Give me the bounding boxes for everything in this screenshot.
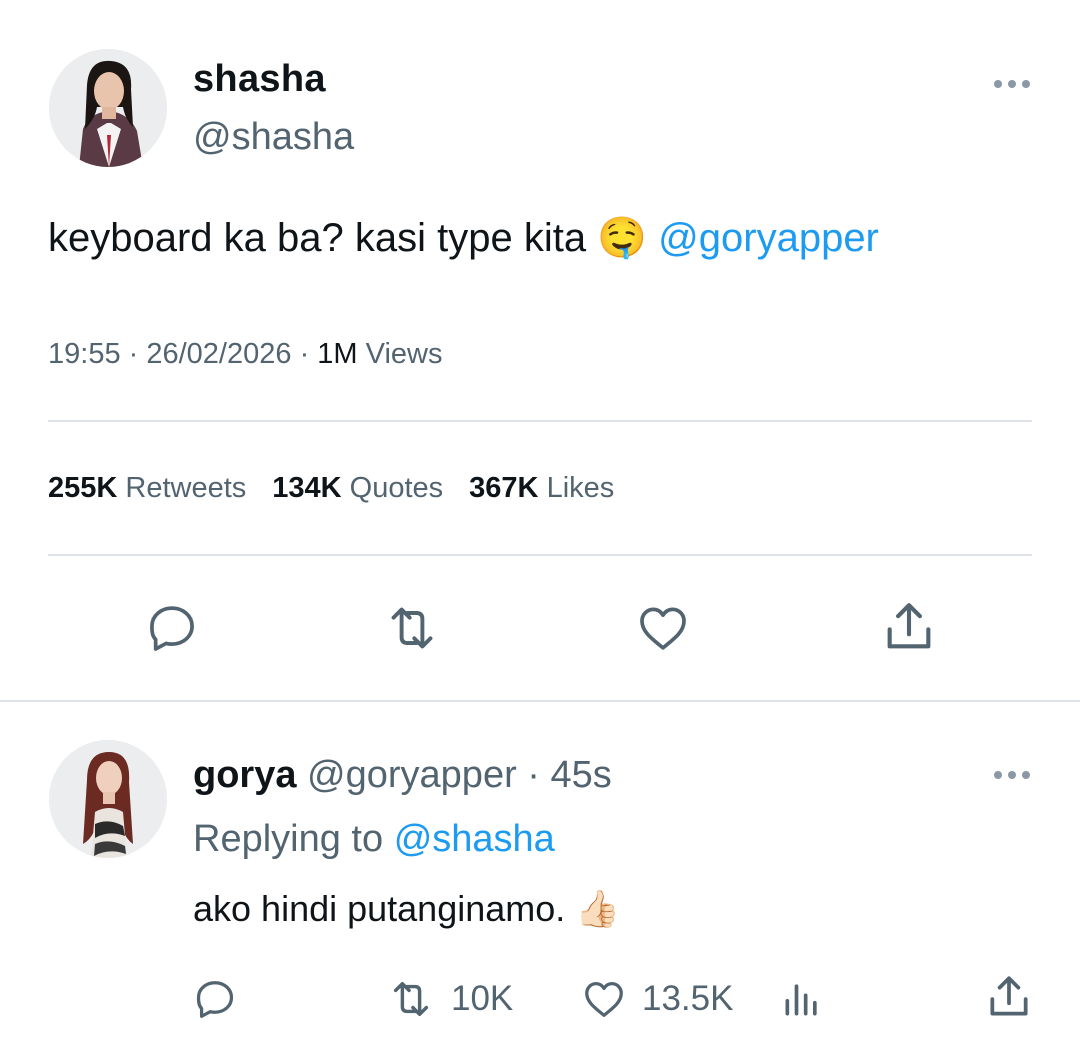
likes-stat[interactable]: 367K Likes [469, 472, 614, 505]
replying-to-mention[interactable]: @shasha [394, 818, 555, 860]
quotes-count: 134K [272, 472, 342, 504]
reply-likes-count: 13.5K [642, 979, 734, 1018]
engagement-stats: 255K Retweets 134K Quotes 367K Likes [48, 472, 614, 505]
avatar[interactable] [49, 49, 167, 167]
profile-photo-gorya [49, 740, 167, 858]
author-handle[interactable]: @shasha [193, 116, 354, 159]
author-name[interactable]: shasha [193, 58, 326, 101]
views-chart-icon [785, 984, 817, 1016]
divider [48, 554, 1032, 556]
quotes-stat[interactable]: 134K Quotes [272, 472, 443, 505]
reply-header: gorya @goryapper · 45s [193, 754, 612, 797]
share-icon [990, 976, 1028, 1016]
more-options-icon[interactable] [994, 77, 1034, 91]
reply-retweet-button[interactable]: 10K [385, 976, 513, 1022]
retweet-button[interactable] [382, 600, 442, 656]
reply-icon [196, 981, 234, 1018]
tweet-body: keyboard ka ba? kasi type kita [48, 216, 587, 260]
meta-separator: · [128, 338, 147, 370]
drooling-face-emoji: 🤤 [597, 215, 648, 261]
meta-separator: · [527, 754, 540, 796]
reply-retweets-count: 10K [451, 979, 514, 1018]
quotes-label: Quotes [349, 472, 444, 504]
avatar[interactable] [49, 740, 167, 858]
reply-like-button[interactable]: 13.5K [580, 976, 733, 1022]
retweets-stat[interactable]: 255K Retweets [48, 472, 246, 505]
reply-reply-button[interactable] [192, 976, 238, 1022]
tweet-time[interactable]: 19:55 [48, 338, 121, 370]
reply-body: ako hindi putanginamo. [193, 888, 566, 929]
reply-text: ako hindi putanginamo. 👍🏻 [193, 888, 620, 930]
views-label: Views [365, 338, 443, 370]
tweet-detail-page: shasha @shasha keyboard ka ba? kasi type… [0, 0, 1080, 1052]
more-options-icon[interactable] [994, 768, 1034, 782]
thumbs-up-emoji: 👍🏻 [575, 889, 621, 930]
like-icon [585, 982, 623, 1017]
tweet-date[interactable]: 26/02/2026 [146, 338, 291, 370]
retweet-icon [393, 981, 429, 1017]
reply-icon [150, 606, 194, 651]
reply-age[interactable]: 45s [551, 754, 612, 796]
like-button[interactable] [634, 600, 692, 656]
share-icon [887, 603, 931, 649]
reply-button[interactable] [144, 600, 200, 656]
tweet-meta: 19:55 · 26/02/2026 · 1M Views [48, 338, 443, 371]
reply-share-button[interactable] [984, 972, 1034, 1022]
section-divider [0, 700, 1080, 702]
profile-photo-shasha [49, 49, 167, 167]
replying-label: Replying to [193, 818, 384, 860]
replying-to: Replying to @shasha [193, 818, 555, 861]
divider [48, 420, 1032, 422]
reply-author-handle[interactable]: @goryapper [307, 754, 517, 796]
retweets-label: Retweets [125, 472, 247, 504]
meta-separator: · [299, 338, 318, 370]
like-icon [640, 607, 686, 650]
reply-author-name[interactable]: gorya [193, 754, 296, 796]
share-button[interactable] [880, 598, 938, 656]
mention-link[interactable]: @goryapper [658, 216, 879, 260]
likes-label: Likes [546, 472, 615, 504]
tweet-text: keyboard ka ba? kasi type kita 🤤 @goryap… [48, 212, 879, 264]
likes-count: 367K [469, 472, 539, 504]
retweets-count: 255K [48, 472, 118, 504]
retweet-icon [391, 607, 433, 649]
reply-views-button[interactable] [780, 976, 824, 1022]
views-count: 1M [317, 338, 358, 370]
